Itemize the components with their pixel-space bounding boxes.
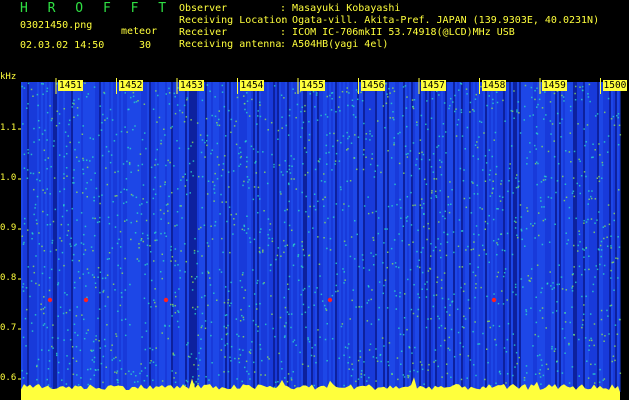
y-tick-label: 0.8 xyxy=(0,273,17,283)
x-tick-label: 1453 xyxy=(179,80,204,91)
x-tick-label: 1452 xyxy=(118,80,144,91)
datetime: 02.03.02 14:50 xyxy=(20,40,105,51)
meteor-count: 30 xyxy=(139,40,152,51)
y-tick-label: 0.9 xyxy=(0,223,17,233)
receiver-key: Receiver xyxy=(179,27,228,38)
app-title: H R O F F T xyxy=(20,1,173,16)
y-tick-label: 1.1 xyxy=(0,123,17,133)
x-tick-label: 1451 xyxy=(58,80,83,91)
spectrogram xyxy=(18,78,622,400)
antenna-value: : A504HB(yagi 4el) xyxy=(280,39,389,50)
x-tick-label: 1455 xyxy=(300,80,325,91)
meteor-label: meteor xyxy=(121,26,158,37)
meteor-echo xyxy=(491,297,497,303)
meteor-echo xyxy=(327,297,333,303)
meteor-echo xyxy=(163,297,169,303)
x-tick-label: 1500 xyxy=(602,80,628,91)
location-key: Receiving Location xyxy=(179,15,288,26)
receiver-value: : ICOM IC-706mkII 53.74918(@LCD)MHz USB xyxy=(280,27,515,38)
meteor-echo xyxy=(47,297,53,303)
x-tick-label: 1457 xyxy=(421,80,446,91)
observer-key: Observer xyxy=(179,3,228,14)
x-tick-label: 1454 xyxy=(239,80,265,91)
y-tick-label: 0.6 xyxy=(0,373,17,383)
location-value: : Ogata-vill. Akita-Pref. JAPAN (139.930… xyxy=(280,15,600,26)
y-tick-label: 1.0 xyxy=(0,173,17,183)
x-tick-label: 1456 xyxy=(360,80,386,91)
x-tick-label: 1459 xyxy=(542,80,567,91)
x-tick-label: 1458 xyxy=(481,80,507,91)
file-name: 03021450.png xyxy=(20,20,93,31)
observer-value: : Masayuki Kobayashi xyxy=(280,3,401,14)
noise-pattern xyxy=(21,82,622,393)
y-axis-unit: kHz xyxy=(0,72,17,82)
station-info-keys: Observer Receiving Location Receiver Rec… xyxy=(179,3,287,51)
meteor-echo xyxy=(83,297,89,303)
y-tick-label: 0.7 xyxy=(0,323,17,333)
station-info-values: : Masayuki Kobayashi : Ogata-vill. Akita… xyxy=(280,3,599,51)
signal-baseline xyxy=(21,392,620,400)
antenna-key: Receiving antenna xyxy=(179,39,282,50)
